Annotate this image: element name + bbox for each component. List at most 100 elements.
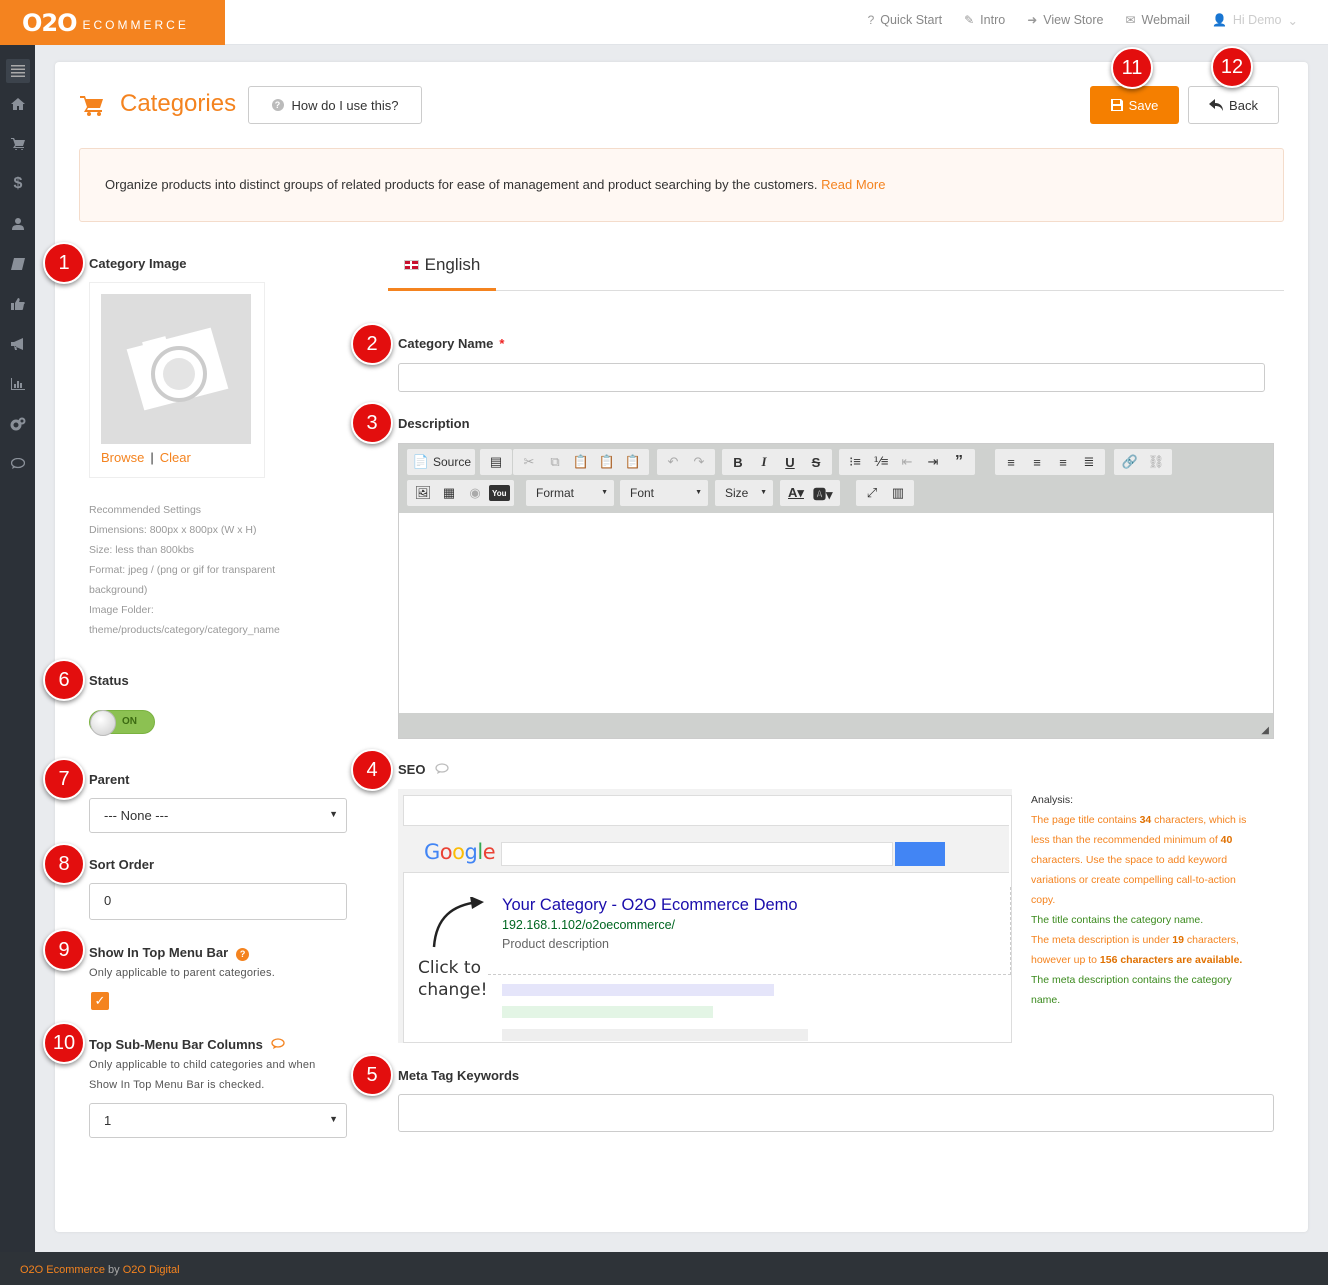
seo-text: SEO	[398, 762, 426, 777]
nav-view-store-label: View Store	[1043, 13, 1104, 27]
unlink-icon[interactable]: ⛓	[1144, 451, 1168, 473]
parent-label: Parent	[89, 772, 130, 787]
toolbar-group-document: ▤	[480, 449, 512, 475]
book-icon[interactable]	[6, 252, 30, 276]
align-right-icon[interactable]: ≡	[1051, 451, 1075, 473]
question-icon: ?	[867, 13, 875, 27]
paste-icon[interactable]: 📋	[569, 451, 593, 473]
comment-icon[interactable]	[435, 763, 450, 775]
submenu-columns-select[interactable]: 1 ▼	[89, 1103, 347, 1138]
meta-keywords-textarea[interactable]	[398, 1094, 1274, 1132]
nav-webmail[interactable]: ✉ Webmail	[1125, 13, 1189, 27]
size-combo[interactable]: Size ▼	[715, 480, 773, 506]
envelope-icon: ✉	[1125, 13, 1136, 27]
youtube-icon[interactable]: You	[489, 485, 510, 501]
maximize-icon[interactable]: ⤢	[860, 482, 884, 504]
numbered-list-icon[interactable]: ⅟≡	[869, 451, 893, 473]
user-menu[interactable]: 👤 Hi Demo ⌄	[1212, 13, 1298, 28]
new-page-icon[interactable]: ▤	[484, 451, 508, 473]
submenu-help-1: Only applicable to child categories and …	[89, 1059, 316, 1071]
show-top-menu-help: Only applicable to parent categories.	[89, 967, 275, 979]
link-icon[interactable]: 🔗	[1118, 451, 1142, 473]
media-icon[interactable]: ◉	[463, 482, 487, 504]
cut-icon[interactable]: ✂	[517, 451, 541, 473]
copy-icon[interactable]: ⧉	[543, 451, 567, 473]
footer-brand-link[interactable]: O2O Ecommerce	[20, 1264, 105, 1276]
thumbs-up-icon[interactable]	[6, 292, 30, 316]
status-toggle-text: ON	[122, 716, 137, 727]
source-button[interactable]: 📄 Source	[407, 449, 475, 475]
logo[interactable]: O2O ECOMMERCE	[0, 0, 225, 45]
gears-icon[interactable]	[6, 412, 30, 436]
table-icon[interactable]: ▦	[437, 482, 461, 504]
font-combo[interactable]: Font ▼	[620, 480, 708, 506]
nav-quick-start-label: Quick Start	[880, 13, 943, 27]
resize-handle-icon[interactable]: ◢	[1261, 725, 1269, 736]
strikethrough-icon[interactable]: S	[804, 451, 828, 473]
comment-icon[interactable]	[6, 452, 30, 476]
tab-english[interactable]: English	[388, 242, 496, 291]
how-to-use-button[interactable]: ? How do I use this?	[248, 86, 422, 124]
analysis-heading: Analysis:	[1031, 794, 1074, 806]
align-center-icon[interactable]: ≡	[1025, 451, 1049, 473]
paste-text-icon[interactable]: 📋	[595, 451, 619, 473]
search-result-title: Your Category - O2O Ecommerce Demo	[502, 896, 798, 914]
nav-quick-start[interactable]: ? Quick Start	[868, 13, 943, 27]
submenu-columns-label: Top Sub-Menu Bar Columns	[89, 1037, 285, 1052]
blockquote-icon[interactable]: ”	[947, 451, 971, 473]
parent-select[interactable]: --- None --- ▼	[89, 798, 347, 833]
megaphone-icon[interactable]	[6, 332, 30, 356]
justify-icon[interactable]: ≣	[1077, 451, 1101, 473]
clear-link[interactable]: Clear	[160, 450, 191, 465]
source-icon: 📄	[412, 454, 430, 469]
category-image-box: Browse | Clear	[89, 282, 265, 478]
cart-icon[interactable]	[6, 132, 30, 156]
step-badge: 5	[351, 1054, 393, 1096]
bar-chart-icon[interactable]	[6, 372, 30, 396]
nav-intro[interactable]: ✎ Intro	[964, 13, 1005, 27]
show-blocks-icon[interactable]: ▥	[886, 482, 910, 504]
image-icon[interactable]: 🖼	[411, 482, 435, 504]
align-left-icon[interactable]: ≡	[999, 451, 1023, 473]
background-color-icon[interactable]: 🅰▾	[810, 482, 836, 504]
italic-icon[interactable]: I	[752, 451, 776, 473]
home-icon[interactable]	[6, 92, 30, 116]
show-top-menu-checkbox[interactable]: ✓	[91, 992, 109, 1010]
paste-word-icon[interactable]: 📋	[621, 451, 645, 473]
nav-intro-label: Intro	[980, 13, 1006, 27]
underline-icon[interactable]: U	[778, 451, 802, 473]
seo-preview[interactable]: Google Your Category - O2O Ecommerce Dem…	[398, 789, 1012, 1043]
back-button[interactable]: Back	[1188, 86, 1279, 124]
save-button[interactable]: Save	[1090, 86, 1179, 124]
bulleted-list-icon[interactable]: ⁝≡	[843, 451, 867, 473]
read-more-link[interactable]: Read More	[821, 177, 885, 192]
category-image-label: Category Image	[89, 256, 187, 271]
dollar-icon[interactable]: $	[6, 172, 30, 196]
comment-icon[interactable]	[271, 1038, 285, 1050]
change-line: change!	[418, 980, 488, 1000]
analysis-text: characters, which is	[1151, 814, 1247, 826]
question-circle-icon[interactable]: ?	[236, 948, 250, 961]
text-color-icon[interactable]: A▾	[784, 482, 808, 504]
editor-content-area[interactable]	[399, 513, 1273, 713]
footer-company-link[interactable]: O2O Digital	[123, 1264, 180, 1276]
browse-link[interactable]: Browse	[101, 450, 144, 465]
user-icon[interactable]	[6, 212, 30, 236]
camera-icon[interactable]	[101, 294, 251, 444]
bold-icon[interactable]: B	[726, 451, 750, 473]
sort-order-input[interactable]: 0	[89, 883, 347, 920]
chevron-down-icon: ⌄	[1287, 13, 1298, 28]
nav-view-store[interactable]: ➜ View Store	[1027, 13, 1103, 27]
indent-icon[interactable]: ⇥	[921, 451, 945, 473]
toolbar-group-clipboard: ✂ ⧉ 📋 📋 📋	[513, 449, 649, 475]
tab-english-label: English	[424, 255, 481, 274]
analysis-text: The meta description is under	[1031, 934, 1173, 946]
redo-icon[interactable]: ↷	[687, 451, 711, 473]
outdent-icon[interactable]: ⇤	[895, 451, 919, 473]
menu-toggle-icon[interactable]	[6, 59, 30, 83]
format-combo[interactable]: Format ▼	[526, 480, 614, 506]
undo-icon[interactable]: ↶	[661, 451, 685, 473]
description-editor: 📄 Source ▤ ✂ ⧉ 📋 📋 📋 ↶ ↷ BIUS ⁝≡ ⅟≡ ⇤ ⇥” ≡ ≡ ≡ ≣ 🔗 ⛓ …	[398, 443, 1274, 739]
status-toggle[interactable]: ON	[89, 710, 155, 736]
category-name-input[interactable]	[398, 363, 1265, 392]
